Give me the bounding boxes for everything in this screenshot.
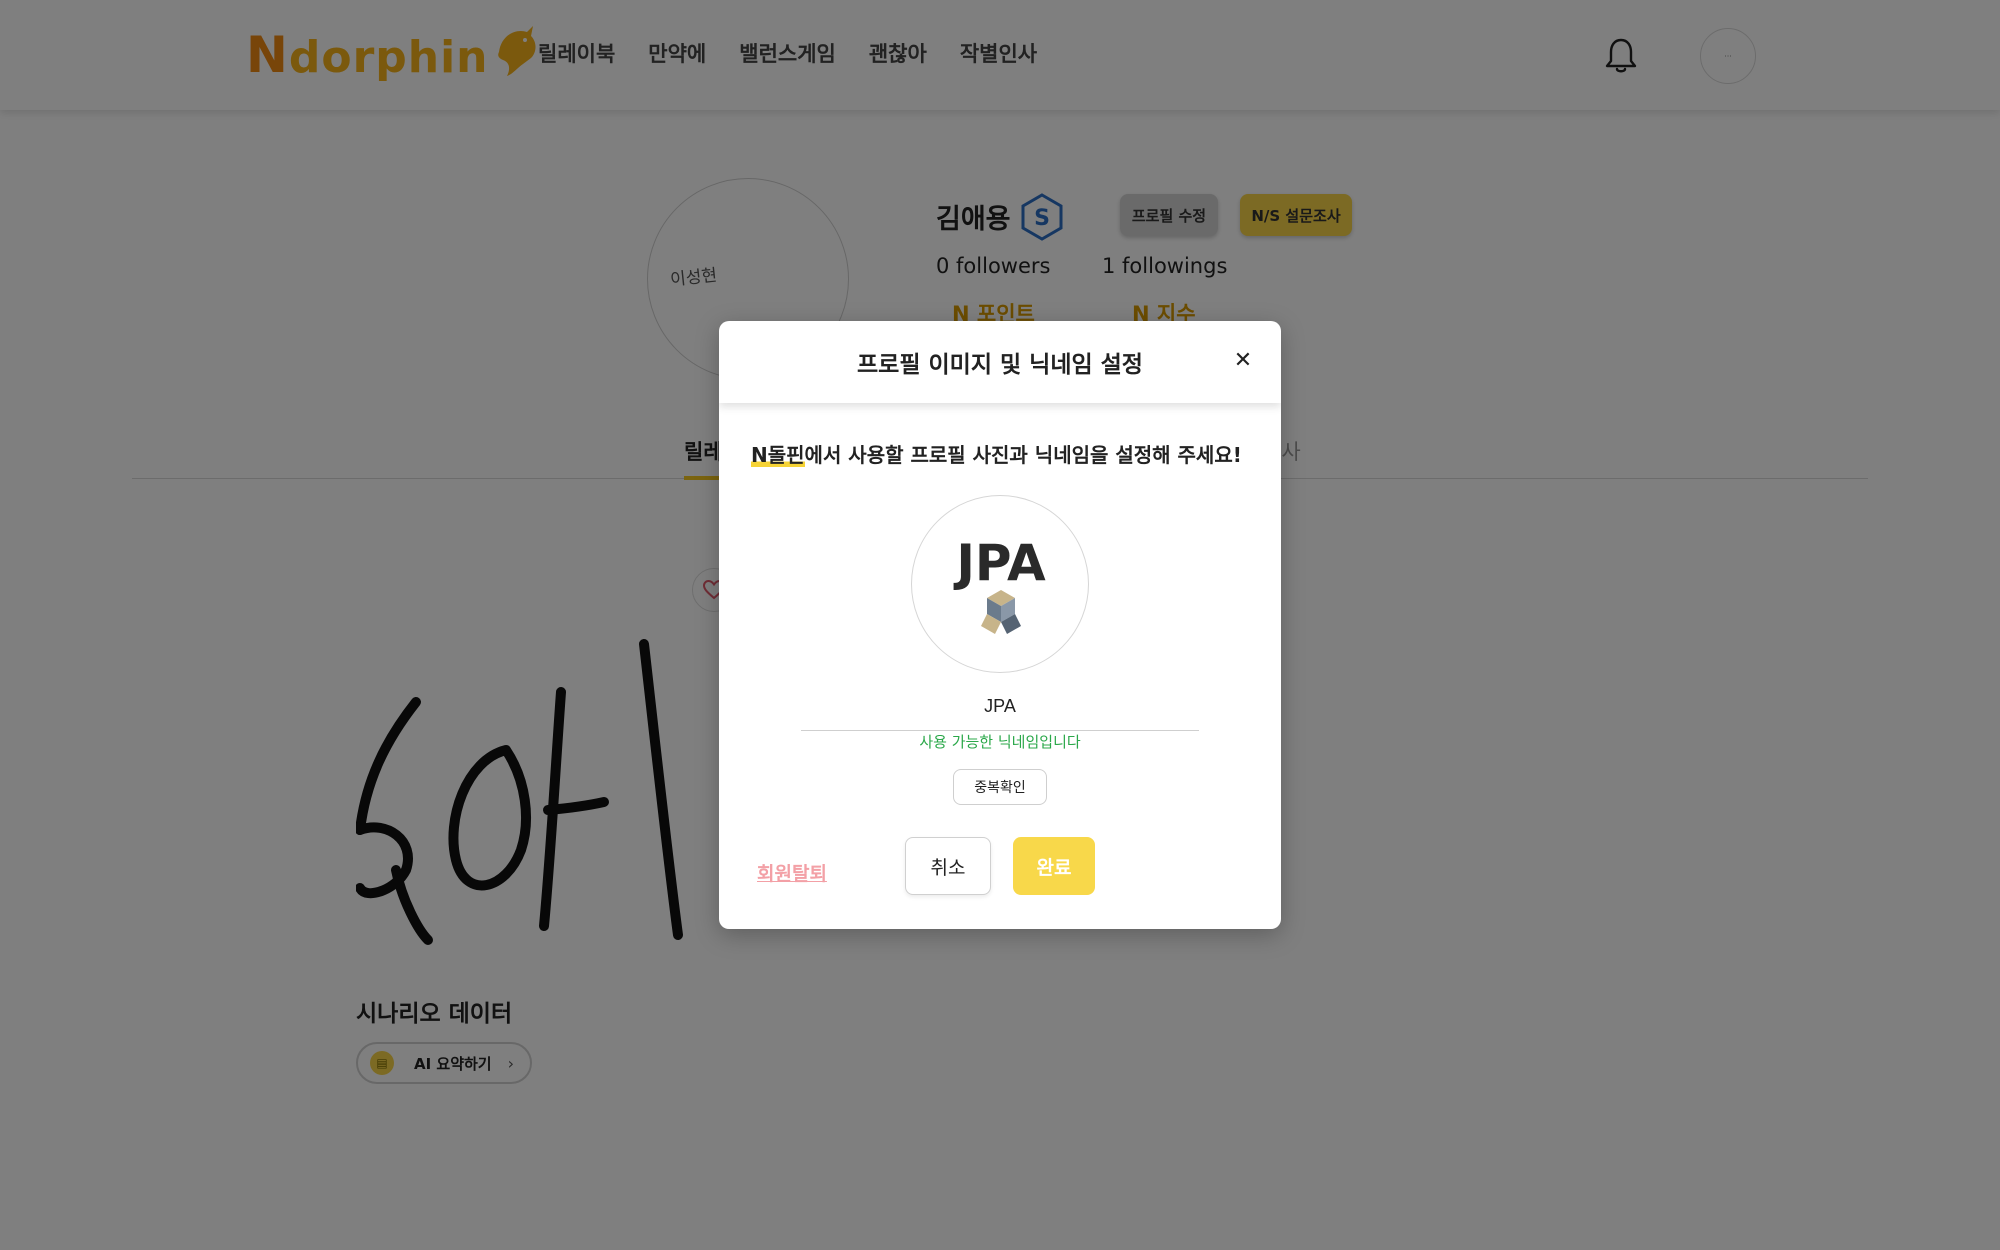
close-icon[interactable]: ✕ [1231, 349, 1255, 373]
nickname-input[interactable] [801, 683, 1199, 731]
modal-header: 프로필 이미지 및 닉네임 설정 [719, 321, 1281, 403]
modal-description: N돌핀에서 사용할 프로필 사진과 닉네임을 설정해 주세요! [751, 439, 1242, 468]
profile-image-picker[interactable]: JPA [911, 495, 1089, 673]
done-button[interactable]: 완료 [1013, 837, 1095, 895]
nickname-available-message: 사용 가능한 닉네임입니다 [919, 733, 1081, 751]
modal-title: 프로필 이미지 및 닉네임 설정 [857, 352, 1143, 378]
description-text: 에서 사용할 프로필 사진과 닉네임을 설정해 주세요! [804, 443, 1242, 467]
brand-highlight: N돌핀 [751, 443, 805, 467]
duplicate-check-button[interactable]: 중복확인 [953, 769, 1047, 805]
cancel-button[interactable]: 취소 [905, 837, 991, 895]
profile-settings-modal: 프로필 이미지 및 닉네임 설정 ✕ N돌핀에서 사용할 프로필 사진과 닉네임… [719, 321, 1281, 929]
jpa-logo-text: JPA [953, 534, 1046, 592]
jpa-logo-icon: JPA [953, 534, 1046, 634]
withdraw-link[interactable]: 회원탈퇴 [757, 859, 827, 886]
